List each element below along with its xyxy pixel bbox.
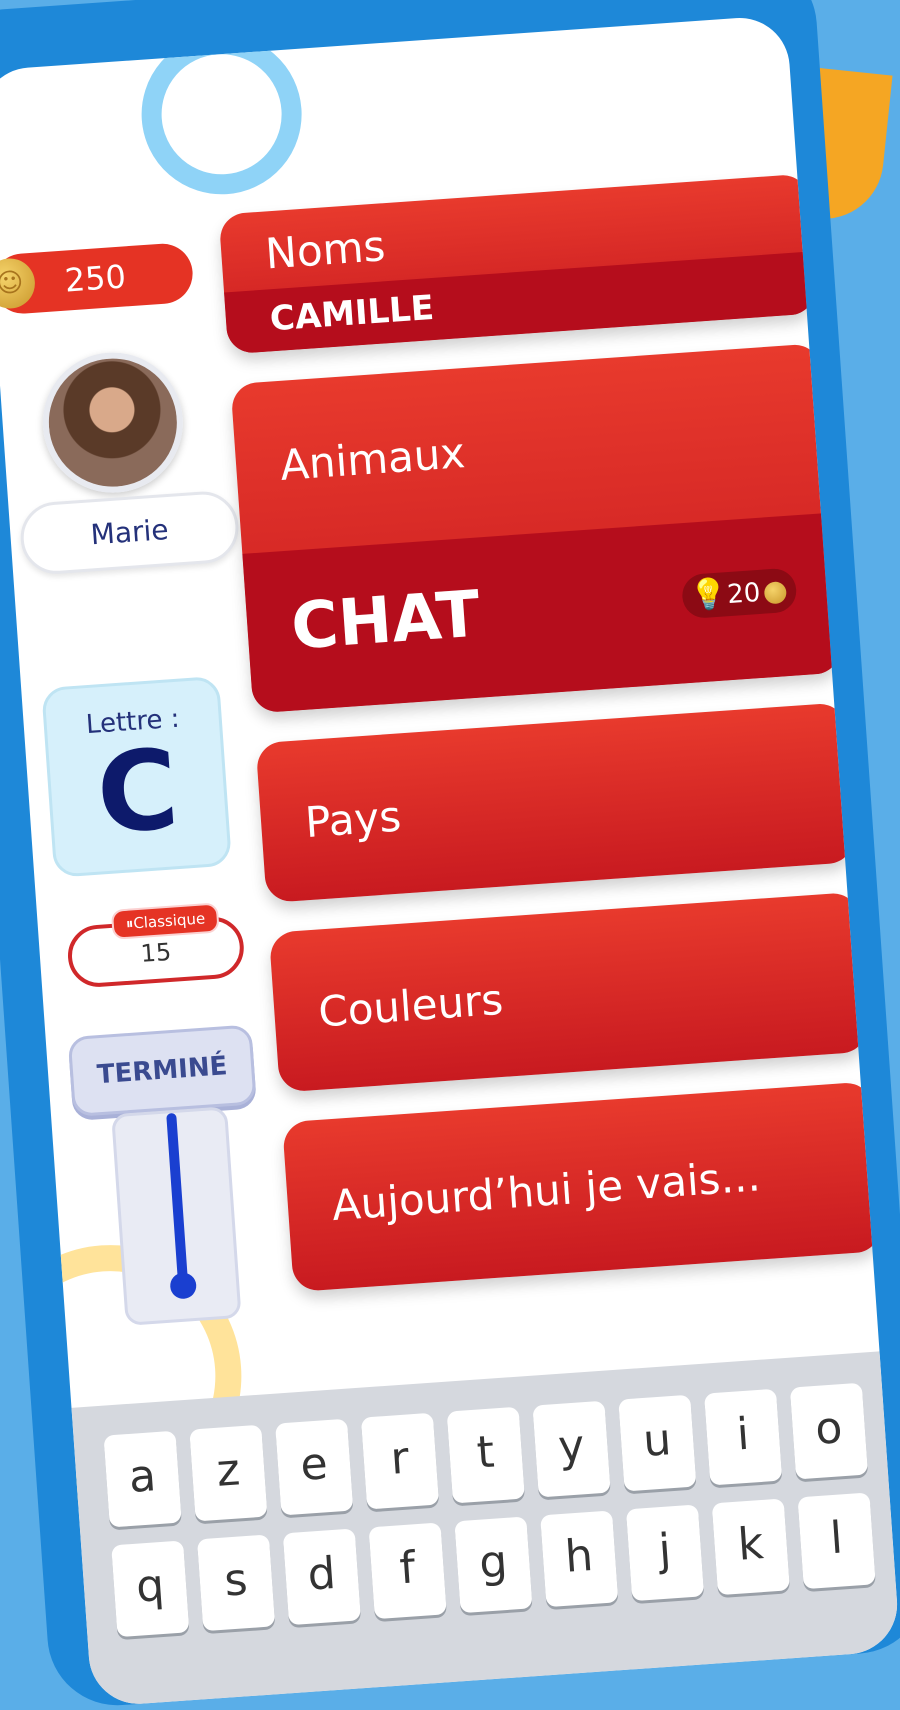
category-pays[interactable]: Pays xyxy=(255,702,856,904)
answer-band: CHAT 💡20 xyxy=(242,512,843,714)
category-aujourdhui[interactable]: Aujourd’hui je vais... xyxy=(282,1081,883,1293)
phone-frame: ☺ 250 Marie Lettre : C ⏸Classique 15 TER… xyxy=(0,0,900,1710)
player-name: Marie xyxy=(18,489,241,577)
key-g[interactable]: g xyxy=(454,1516,533,1614)
done-button[interactable]: TERMINÉ xyxy=(67,1024,257,1118)
keyboard: a z e r t y u i o q s d f g h j k l xyxy=(71,1351,900,1708)
category-answer: CHAT xyxy=(289,577,483,665)
category-label: Noms xyxy=(263,221,387,279)
key-l[interactable]: l xyxy=(797,1492,876,1590)
key-a[interactable]: a xyxy=(103,1430,182,1528)
coin-balance: ☺ 250 xyxy=(0,241,195,316)
key-q[interactable]: q xyxy=(111,1540,190,1638)
coin-count: 250 xyxy=(63,257,128,300)
key-o[interactable]: o xyxy=(789,1382,869,1480)
key-s[interactable]: s xyxy=(196,1534,276,1632)
mode-badge: ⏸Classique xyxy=(110,902,221,940)
category-couleurs[interactable]: Couleurs xyxy=(268,891,869,1093)
done-slider[interactable] xyxy=(111,1106,242,1326)
slider-handle[interactable] xyxy=(169,1271,198,1300)
key-z[interactable]: z xyxy=(189,1424,268,1522)
coin-icon xyxy=(763,580,788,605)
key-u[interactable]: u xyxy=(618,1394,697,1492)
category-animaux[interactable]: Animaux CHAT 💡20 xyxy=(230,343,843,714)
coin-icon: ☺ xyxy=(0,256,37,311)
key-k[interactable]: k xyxy=(711,1498,790,1596)
hint-cost: 20 xyxy=(726,577,762,611)
key-j[interactable]: j xyxy=(625,1504,705,1602)
key-y[interactable]: y xyxy=(532,1400,611,1498)
key-e[interactable]: e xyxy=(275,1418,354,1516)
current-letter: C xyxy=(92,725,183,859)
game-mode: ⏸Classique 15 xyxy=(65,902,246,989)
key-f[interactable]: f xyxy=(368,1522,447,1620)
category-noms[interactable]: Noms CAMILLE xyxy=(218,173,817,355)
key-d[interactable]: d xyxy=(282,1528,361,1626)
key-t[interactable]: t xyxy=(446,1406,525,1504)
category-answer: CAMILLE xyxy=(268,287,436,340)
mode-badge-label: Classique xyxy=(132,909,206,933)
avatar xyxy=(38,347,188,498)
app-scene: ☺ 250 Marie Lettre : C ⏸Classique 15 TER… xyxy=(0,0,900,1710)
letter-card: Lettre : C xyxy=(41,675,233,878)
decorative-ring xyxy=(136,28,307,200)
category-label: Animaux xyxy=(278,428,467,490)
category-label: Aujourd’hui je vais... xyxy=(330,1151,762,1231)
category-label: Couleurs xyxy=(316,974,505,1037)
mode-value: 15 xyxy=(139,937,173,968)
hint-button[interactable]: 💡20 xyxy=(680,567,798,620)
lightbulb-icon: 💡 xyxy=(688,576,729,614)
game-screen: ☺ 250 Marie Lettre : C ⏸Classique 15 TER… xyxy=(0,14,900,1708)
category-label: Pays xyxy=(303,791,403,848)
key-i[interactable]: i xyxy=(704,1388,783,1486)
key-h[interactable]: h xyxy=(540,1510,619,1608)
key-r[interactable]: r xyxy=(360,1412,440,1510)
slider-track xyxy=(166,1112,189,1284)
